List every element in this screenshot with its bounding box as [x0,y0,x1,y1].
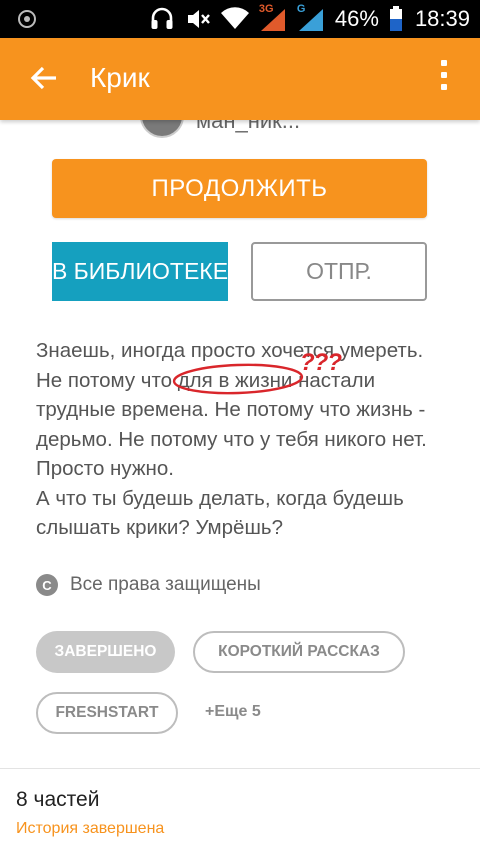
parts-status: История завершена [16,820,165,837]
wifi-icon [220,7,249,30]
description-line: дерьмо. Не потому что у тебя никого нет. [36,427,427,451]
arrow-left-icon[interactable] [26,60,62,96]
page-title: Крик [90,62,150,93]
tag-completed[interactable]: ЗАВЕРШЕНО [36,631,175,673]
more-vertical-icon[interactable] [438,60,450,100]
copyright-icon: C [36,574,58,596]
circled-text: для в жизни [177,368,293,392]
battery-percent: 46% [334,6,379,31]
network-g-label: G [296,3,306,15]
continue-button[interactable]: ПРОДОЛЖИТЬ [52,159,427,218]
send-button[interactable]: ОТПР. [251,242,427,301]
status-bar: 3G G 46% 18:39 [0,0,480,38]
battery-icon [389,6,402,31]
clock: 18:39 [414,6,470,31]
description-text: настали [292,368,376,392]
story-description: Знаешь, иногда просто хочется умереть. Н… [36,336,456,543]
parts-count[interactable]: 8 частей [16,788,99,812]
description-text: Не потому что [36,368,178,392]
description-line: трудные времена. Не потому что жизнь - [36,398,426,421]
copyright-row: C Все права защищены [36,574,261,596]
tag-short-story[interactable]: КОРОТКИЙ РАССКАЗ [193,631,405,673]
signal-g: G [296,3,325,33]
status-icons: 3G G 46% 18:39 [149,0,470,38]
app-bar: Крик [0,38,480,120]
description-line: слышать крики? Умрёшь? [36,516,283,539]
more-tags-link[interactable]: +Еще 5 [205,703,261,721]
tag-freshstart[interactable]: FRESHSTART [36,692,178,734]
mute-icon [187,10,210,28]
description-line: Просто нужно. [36,457,174,480]
divider [0,768,480,769]
network-3g-label: 3G [258,3,274,15]
description-line: Не потому что для в жизни настали [36,366,456,396]
library-button[interactable]: В БИБЛИОТЕКЕ [52,242,228,301]
description-line: Знаешь, иногда просто хочется умереть. [36,339,424,362]
notification-icon [18,10,36,28]
description-line: А что ты будешь делать, когда будешь [36,486,404,510]
headset-icon [151,7,173,29]
copyright-text: Все права защищены [70,574,261,595]
signal-3g: 3G [258,3,287,33]
